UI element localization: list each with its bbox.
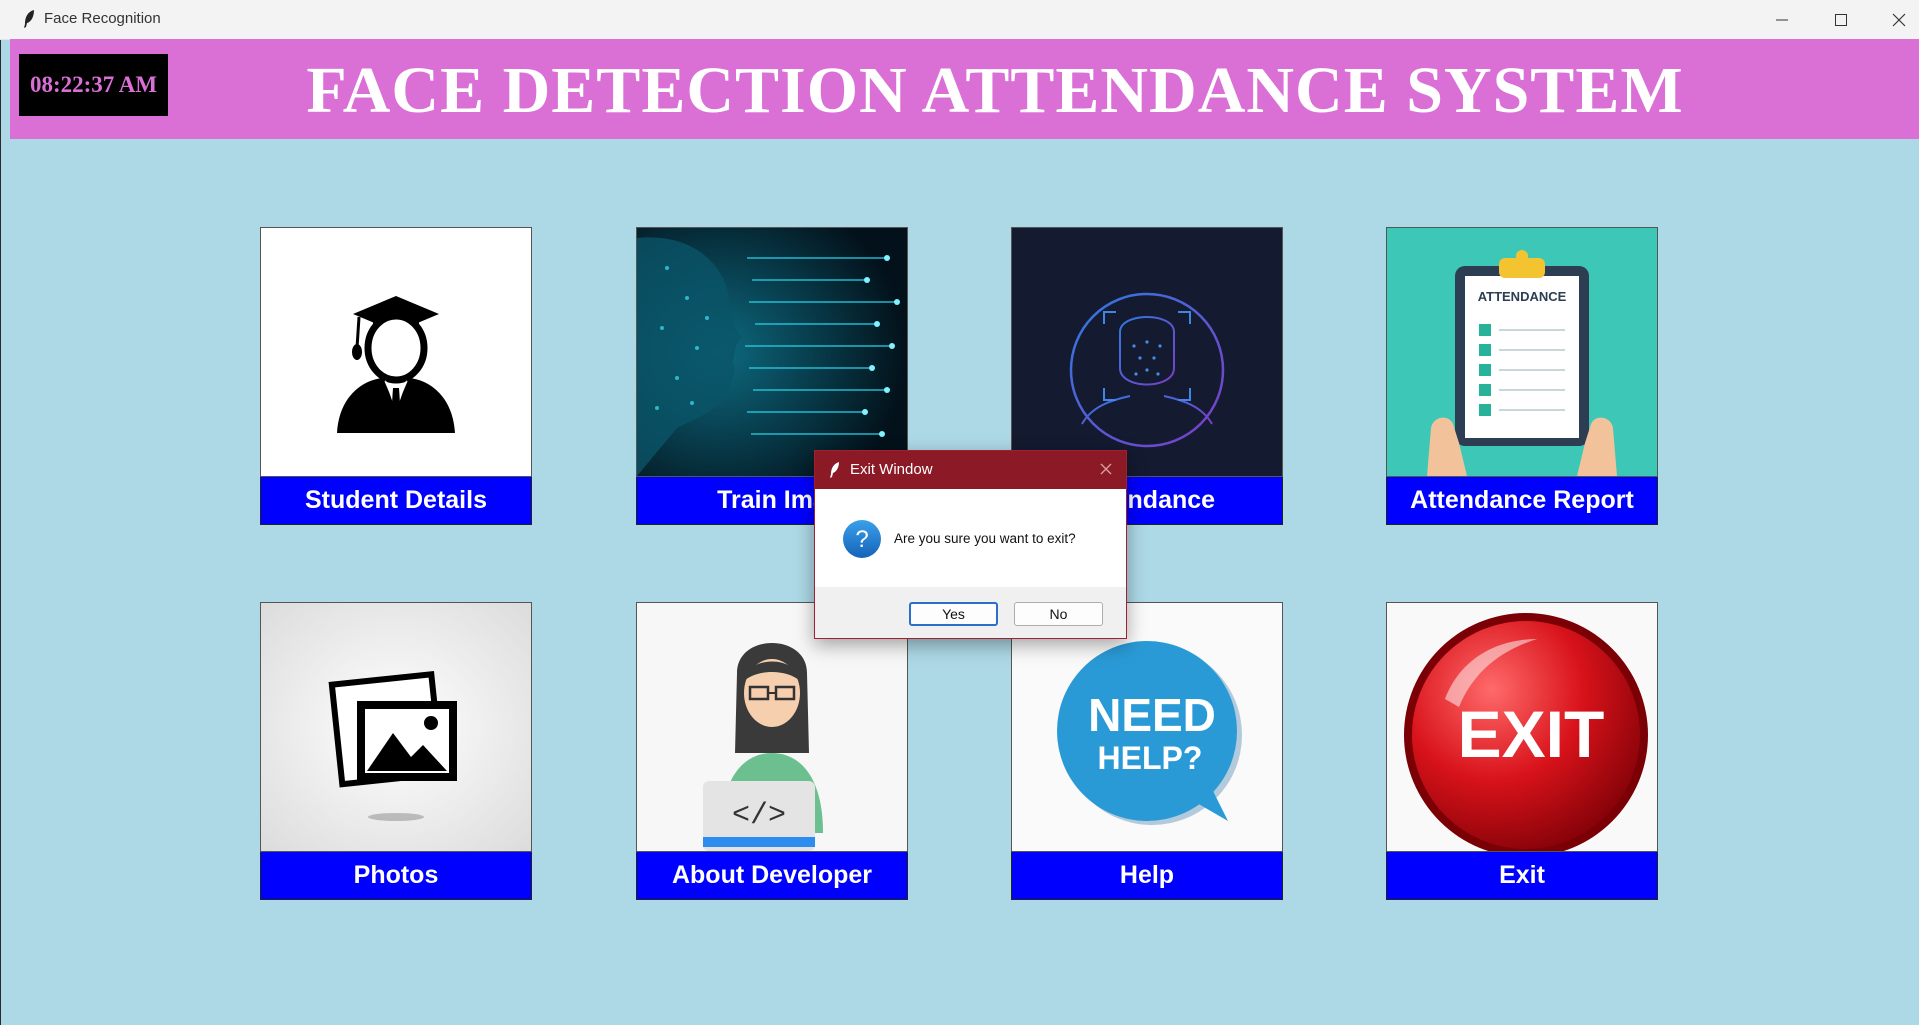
- photos-image[interactable]: [260, 602, 532, 852]
- exit-image[interactable]: EXIT: [1386, 602, 1658, 852]
- exit-button[interactable]: Exit: [1386, 852, 1658, 900]
- no-button[interactable]: No: [1014, 602, 1103, 626]
- title-bar: Face Recognition: [0, 0, 1919, 40]
- dialog-title: Exit Window: [850, 461, 933, 478]
- card-help: NEED HELP? Help: [1011, 602, 1283, 900]
- svg-text:?: ?: [855, 526, 868, 553]
- svg-text:</>: </>: [732, 799, 786, 833]
- developer-image: </>: [637, 603, 907, 851]
- attendance-clipboard-image: ATTENDANCE: [1387, 228, 1657, 476]
- window-title: Face Recognition: [44, 10, 161, 27]
- close-window-button[interactable]: [1870, 0, 1919, 39]
- help-button[interactable]: Help: [1011, 852, 1283, 900]
- photos-button[interactable]: Photos: [260, 852, 532, 900]
- svg-text:EXIT: EXIT: [1458, 697, 1605, 771]
- help-image[interactable]: NEED HELP?: [1011, 602, 1283, 852]
- student-details-button[interactable]: Student Details: [260, 477, 532, 525]
- attendance-report-image[interactable]: ATTENDANCE: [1386, 227, 1658, 477]
- card-photos: Photos: [260, 602, 532, 900]
- svg-text:HELP?: HELP?: [1098, 740, 1203, 776]
- dialog-message: Are you sure you want to exit?: [894, 531, 1076, 546]
- card-student-details: Student Details: [260, 227, 532, 525]
- question-icon: ?: [843, 520, 881, 558]
- page-title: FACE DETECTION ATTENDANCE SYSTEM: [306, 54, 1684, 127]
- window-edge: [0, 40, 11, 1025]
- need-help-bubble: NEED HELP?: [1012, 603, 1282, 851]
- face-scan-icon: [1012, 228, 1282, 476]
- about-developer-button[interactable]: About Developer: [636, 852, 908, 900]
- exit-button-image: EXIT: [1387, 603, 1657, 851]
- student-details-image[interactable]: [260, 227, 532, 477]
- graduate-icon: [261, 228, 531, 476]
- svg-text:NEED: NEED: [1088, 689, 1216, 741]
- card-attendance-report: ATTENDANCE Attendance Report: [1386, 227, 1658, 525]
- ai-circuit-head-image: [637, 228, 907, 476]
- attendance-report-button[interactable]: Attendance Report: [1386, 477, 1658, 525]
- train-images-image[interactable]: [636, 227, 908, 477]
- feather-icon: [830, 462, 839, 478]
- card-about-developer: </> About Developer: [636, 602, 908, 900]
- photos-icon: [261, 603, 531, 851]
- svg-text:ATTENDANCE: ATTENDANCE: [1478, 289, 1567, 304]
- app-window: Face Recognition 08:22:37 AM FACE DETECT…: [0, 0, 1919, 1025]
- maximize-button[interactable]: [1812, 0, 1870, 39]
- attendance-image[interactable]: [1011, 227, 1283, 477]
- card-exit: EXIT Exit: [1386, 602, 1658, 900]
- minimize-icon: [1776, 19, 1788, 20]
- close-icon: [1892, 13, 1906, 26]
- about-developer-image[interactable]: </>: [636, 602, 908, 852]
- close-icon[interactable]: [1096, 459, 1116, 479]
- clock-label: 08:22:37 AM: [19, 54, 168, 116]
- yes-button[interactable]: Yes: [909, 602, 998, 626]
- feather-icon: [24, 10, 34, 28]
- minimize-button[interactable]: [1753, 0, 1811, 39]
- header-banner: 08:22:37 AM FACE DETECTION ATTENDANCE SY…: [10, 39, 1919, 139]
- dialog-title-bar: Exit Window: [815, 451, 1126, 489]
- dialog-footer: Yes No: [815, 587, 1126, 638]
- exit-dialog: Exit Window ? Are you sure you want to e…: [814, 450, 1127, 639]
- maximize-icon: [1835, 13, 1847, 26]
